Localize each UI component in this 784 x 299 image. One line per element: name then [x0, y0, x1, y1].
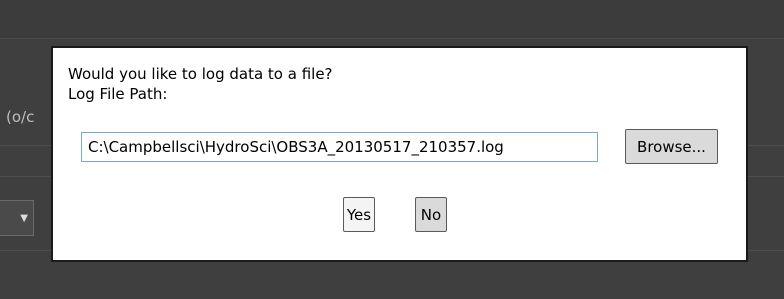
background-toolbar	[0, 0, 784, 39]
background-dropdown[interactable]: ▼	[0, 200, 34, 236]
no-button[interactable]: No	[415, 197, 447, 232]
yes-button[interactable]: Yes	[343, 197, 375, 232]
log-file-path-label: Log File Path:	[68, 85, 168, 103]
log-file-path-input[interactable]	[81, 132, 598, 162]
background-partial-label: (o/c	[6, 108, 35, 126]
chevron-down-icon: ▼	[20, 212, 28, 224]
log-file-dialog: Would you like to log data to a file? Lo…	[51, 46, 748, 262]
dialog-prompt: Would you like to log data to a file?	[68, 65, 333, 83]
browse-button[interactable]: Browse...	[625, 129, 718, 164]
